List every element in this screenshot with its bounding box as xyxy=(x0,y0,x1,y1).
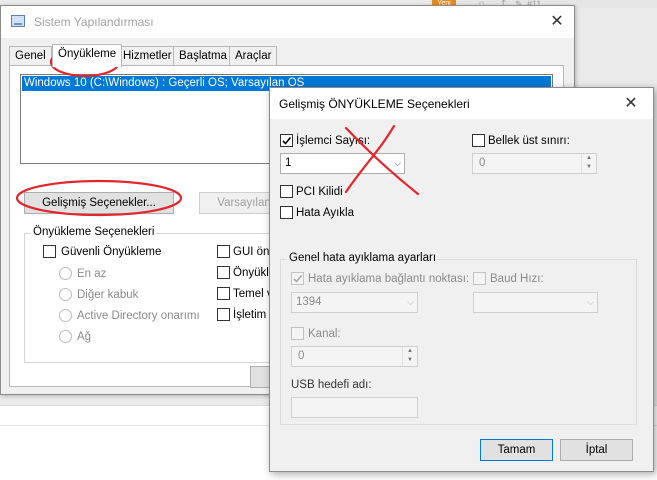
debug-port-checkbox[interactable] xyxy=(291,272,304,285)
memory-limit-spinner[interactable]: 0 ▲ ▼ xyxy=(472,153,597,174)
processor-count-checkbox[interactable] xyxy=(280,134,293,147)
window-title: Sistem Yapılandırması xyxy=(34,15,154,29)
spinner-arrows-icon[interactable]: ▲ ▼ xyxy=(581,154,596,173)
memory-limit-checkbox[interactable] xyxy=(472,134,485,147)
usb-target-label: USB hedefi adı: xyxy=(291,379,372,391)
advanced-options-button[interactable]: Gelişmiş Seçenekler... xyxy=(24,192,174,214)
radio-network-label: Ağ xyxy=(77,331,92,343)
safe-boot-checkbox[interactable] xyxy=(43,245,56,258)
radio-minimal[interactable] xyxy=(59,267,72,280)
spinner-arrows-icon[interactable]: ▲ ▼ xyxy=(402,347,417,366)
pci-lock-label: PCI Kilidi xyxy=(296,186,343,198)
debug-checkbox[interactable] xyxy=(280,206,293,219)
memory-limit-label: Bellek üst sınırı: xyxy=(488,135,570,147)
channel-value: 0 xyxy=(298,350,305,362)
radio-ad-repair[interactable] xyxy=(59,309,72,322)
processor-count-select[interactable]: 1 ⌵ xyxy=(280,153,405,174)
chevron-down-icon: ⌵ xyxy=(587,297,594,307)
radio-ad-repair-label: Active Directory onarımı xyxy=(77,310,200,322)
close-icon[interactable]: ✕ xyxy=(547,12,567,32)
tab-tools[interactable]: Araçlar xyxy=(229,46,278,66)
tab-startup[interactable]: Başlatma xyxy=(173,46,233,66)
baud-rate-label: Baud Hızı: xyxy=(490,273,544,285)
tab-boot[interactable]: Önyükleme xyxy=(52,44,123,67)
tab-services[interactable]: Hizmetler xyxy=(117,46,178,66)
radio-alternate-shell-label: Diğer kabuk xyxy=(77,289,139,301)
debug-settings-group: Genel hata ayıklama ayarları Hata ayıkla… xyxy=(280,252,637,425)
debug-port-value: 1394 xyxy=(296,296,322,308)
advanced-boot-options-dialog: Gelişmiş ÖNYÜKLEME Seçenekleri ✕ İşlemci… xyxy=(269,87,654,472)
debug-label: Hata Ayıkla xyxy=(296,207,354,219)
boot-log-checkbox[interactable] xyxy=(217,266,230,279)
memory-limit-value: 0 xyxy=(479,157,486,169)
radio-network[interactable] xyxy=(59,330,72,343)
window-titlebar: Sistem Yapılandırması ✕ xyxy=(1,6,574,38)
base-video-checkbox[interactable] xyxy=(217,287,230,300)
checkmark-icon xyxy=(282,136,292,145)
no-gui-boot-checkbox[interactable] xyxy=(217,245,230,258)
baud-rate-checkbox[interactable] xyxy=(473,272,486,285)
channel-checkbox[interactable] xyxy=(291,327,304,340)
ok-button[interactable]: Tamam xyxy=(480,439,553,461)
debug-settings-title: Genel hata ayıklama ayarları xyxy=(287,252,439,264)
tab-general[interactable]: Genel xyxy=(9,46,52,66)
channel-label: Kanal: xyxy=(308,328,341,340)
dialog-close-icon[interactable]: ✕ xyxy=(618,92,644,116)
boot-options-title: Önyükleme Seçenekleri xyxy=(31,226,157,238)
chevron-down-icon: ⌵ xyxy=(407,297,414,307)
radio-alternate-shell[interactable] xyxy=(59,288,72,301)
processor-count-label: İşlemci Sayısı: xyxy=(296,135,371,147)
safe-boot-label: Güvenli Önyükleme xyxy=(61,246,162,258)
os-boot-info-checkbox[interactable] xyxy=(217,308,230,321)
chevron-down-icon: ⌵ xyxy=(394,158,401,168)
cancel-button[interactable]: İptal xyxy=(560,439,633,461)
baud-rate-select[interactable]: ⌵ xyxy=(473,292,598,313)
debug-port-label: Hata ayıklama bağlantı noktası: xyxy=(308,273,470,285)
dialog-title: Gelişmiş ÖNYÜKLEME Seçenekleri xyxy=(279,97,470,111)
dialog-titlebar: Gelişmiş ÖNYÜKLEME Seçenekleri ✕ xyxy=(270,88,653,119)
debug-port-select[interactable]: 1394 ⌵ xyxy=(291,292,418,313)
usb-target-input[interactable] xyxy=(291,397,418,418)
msconfig-icon xyxy=(11,15,25,27)
checkmark-icon xyxy=(293,274,303,283)
processor-count-value: 1 xyxy=(285,157,292,169)
channel-spinner[interactable]: 0 ▲ ▼ xyxy=(291,346,418,367)
radio-minimal-label: En az xyxy=(77,268,107,280)
pci-lock-checkbox[interactable] xyxy=(280,185,293,198)
